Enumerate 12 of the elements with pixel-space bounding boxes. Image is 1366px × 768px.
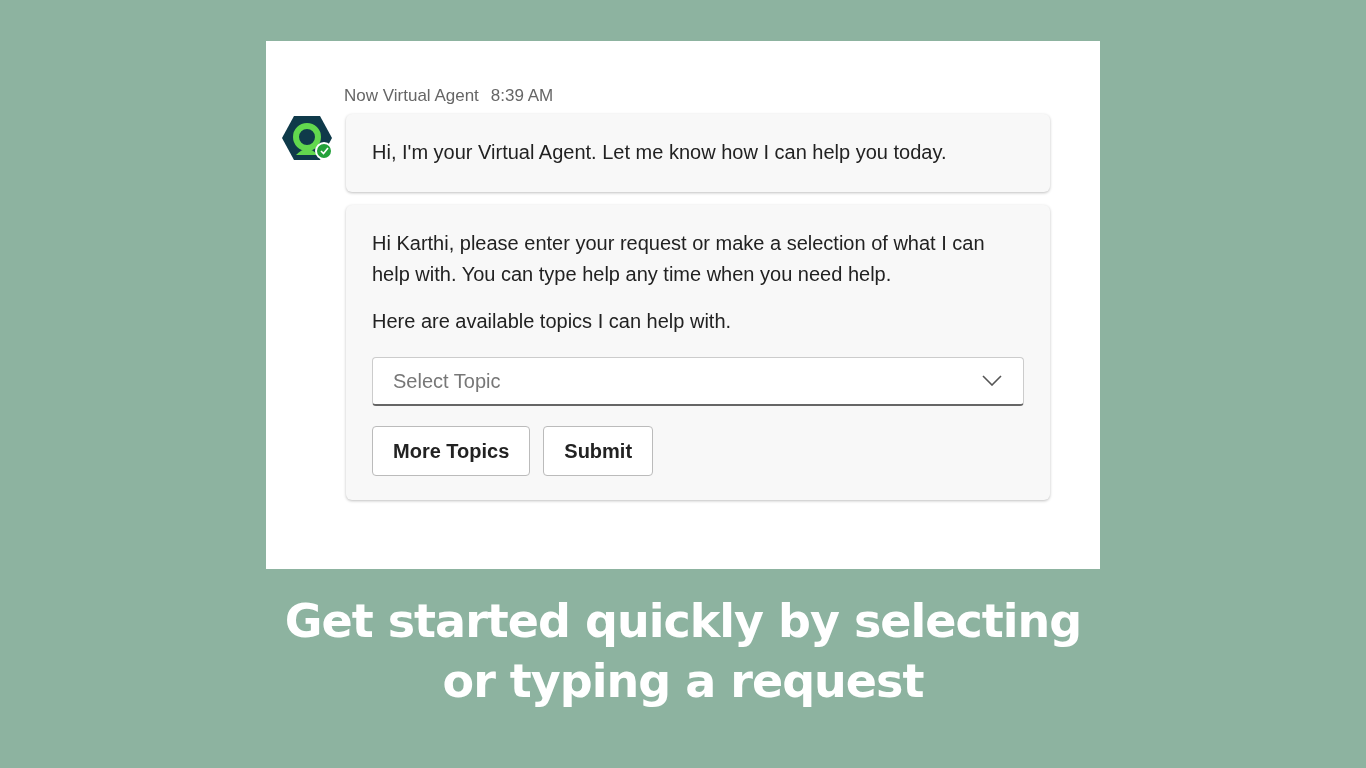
topic-button[interactable]: Submit — [543, 426, 654, 476]
message-text: Hi, I'm your Virtual Agent. Let me know how I can help you today. — [372, 140, 948, 165]
message-text: Hi Karthi, please enter your request or make a selection of what I can help with. You can type help any time when you need help. — [372, 231, 986, 287]
message-text: Here are available topics I can help with. — [372, 309, 733, 334]
caption-text: Get started quickly by selecting — [284, 593, 1082, 650]
topic-dropdown[interactable]: Select Topic — [372, 357, 1024, 406]
topic-button[interactable]: More Topics — [372, 426, 531, 476]
chevron-down-icon — [982, 375, 1002, 386]
agent-avatar-icon — [282, 115, 332, 161]
message-time: 8:39 AM — [490, 86, 554, 106]
agent-name: Now Virtual Agent — [344, 86, 479, 106]
caption-text: or typing a request — [442, 653, 924, 710]
